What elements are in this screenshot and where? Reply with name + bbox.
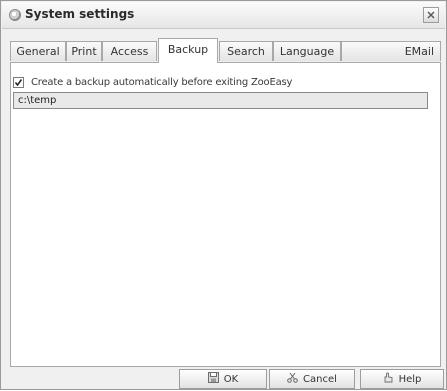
tab-strip: General Print Access Backup Search Langu… [10,38,442,63]
auto-backup-checkbox[interactable] [13,76,24,88]
help-label: Help [398,373,422,385]
title-bar[interactable]: System settings [2,2,445,29]
tab-language[interactable]: Language [273,41,341,61]
help-button[interactable]: Help [360,369,444,389]
auto-backup-option[interactable]: Create a backup automatically before exi… [13,75,292,89]
tab-search[interactable]: Search [219,41,273,61]
backup-path-input[interactable]: c:\temp [13,92,428,109]
help-hand-icon [383,372,394,386]
close-button[interactable] [423,7,439,23]
cancel-label: Cancel [303,373,337,385]
checkmark-icon [14,78,23,86]
tab-general[interactable]: General [10,41,66,61]
tab-access[interactable]: Access [102,41,157,61]
ok-label: OK [223,373,239,385]
tab-email-label: EMail [404,45,434,58]
tab-email[interactable]: EMail [341,41,441,61]
dialog-button-bar: OK Cancel Help [1,369,447,391]
scissors-icon [287,372,298,386]
auto-backup-label: Create a backup automatically before exi… [31,76,293,88]
window-title: System settings [25,7,135,21]
ok-button[interactable]: OK [179,369,267,389]
cancel-button[interactable]: Cancel [269,369,355,389]
system-settings-dialog: System settings General Print Access Bac… [0,0,447,390]
close-icon [427,11,435,19]
save-disk-icon [207,372,219,386]
tab-backup[interactable]: Backup [158,38,218,63]
app-icon [9,9,21,21]
tab-print[interactable]: Print [66,41,102,61]
